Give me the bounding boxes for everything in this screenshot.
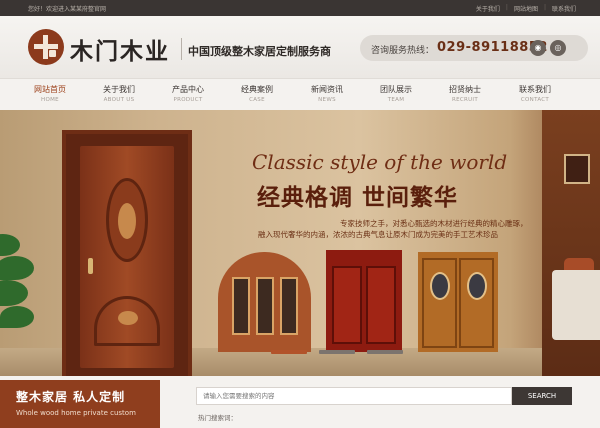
double-door-image: [218, 252, 311, 352]
nav-sublabel: TEAM: [387, 97, 405, 103]
sofa-image: [552, 270, 600, 340]
top-link-sitemap[interactable]: 网站地图: [508, 4, 544, 13]
top-link-about[interactable]: 关于我们: [470, 4, 506, 13]
plant-image: [0, 234, 46, 344]
nav-item-home[interactable]: 网站首页 HOME: [20, 84, 80, 103]
slide-indicators: [271, 350, 403, 354]
nav-label: 关于我们: [103, 85, 135, 94]
weibo-icon[interactable]: ◉: [530, 40, 546, 56]
slide-dot[interactable]: [367, 350, 403, 354]
nav-item-case[interactable]: 经典案例 CASE: [227, 84, 287, 103]
double-door-image: [418, 252, 498, 352]
promo-box: 整木家居 私人定制 Whole wood home private custom: [0, 380, 160, 428]
bottom-strip: 整木家居 私人定制 Whole wood home private custom…: [0, 376, 600, 428]
nav-item-team[interactable]: 团队展示 TEAM: [366, 84, 426, 103]
nav-sublabel: NEWS: [318, 97, 336, 103]
welcome-text: 您好！欢迎进入某某府整官网: [28, 6, 107, 13]
nav-label: 网站首页: [34, 85, 66, 94]
banner-description-line: 融入现代奢华的内涵，浓浓的古典气息让原木门成为完美的手工艺术珍品: [258, 230, 498, 239]
nav-sublabel: RECRUIT: [451, 97, 479, 103]
nav-label: 经典案例: [241, 85, 273, 94]
site-header: 木门木业 中国顶级整木家居定制服务商 咨询服务热线： 029-89118852 …: [0, 16, 600, 78]
main-door-image: [62, 130, 192, 376]
nav-item-news[interactable]: 新闻资讯 NEWS: [297, 84, 357, 103]
nav-item-product[interactable]: 产品中心 PRODUCT: [158, 84, 218, 103]
double-door-image: [326, 250, 402, 352]
main-nav: 网站首页 HOME 关于我们 ABOUT US 产品中心 PRODUCT 经典案…: [0, 78, 600, 110]
nav-sublabel: CONTACT: [520, 97, 550, 103]
search-input[interactable]: [196, 387, 512, 405]
nav-label: 新闻资讯: [311, 85, 343, 94]
promo-title: 整木家居 私人定制: [16, 390, 126, 404]
promo-subtitle: Whole wood home private custom: [16, 409, 136, 417]
nav-sublabel: PRODUCT: [173, 97, 203, 103]
top-link-contact[interactable]: 联系我们: [546, 4, 582, 13]
nav-sublabel: CASE: [249, 97, 265, 103]
nav-item-recruit[interactable]: 招贤纳士 RECRUIT: [435, 84, 495, 103]
logo-text[interactable]: 木门木业: [70, 32, 170, 66]
wall-picture-image: [564, 154, 590, 184]
top-bar: 您好！欢迎进入某某府整官网 关于我们 | 网站地图 | 联系我们: [0, 0, 600, 16]
banner-description-line: 专家技师之手，对悉心甄选的木材进行经典的精心雕琢，: [340, 219, 528, 228]
banner-tagline-zh: 经典格调 世间繁华: [257, 184, 459, 211]
nav-label: 招贤纳士: [449, 85, 481, 94]
logo-icon[interactable]: [28, 29, 64, 65]
slide-dot[interactable]: [319, 350, 355, 354]
banner-tagline-en: Classic style of the world: [252, 150, 508, 174]
wechat-icon[interactable]: ◎: [550, 40, 566, 56]
nav-sublabel: HOME: [41, 97, 59, 103]
hero-banner[interactable]: Classic style of the world 经典格调 世间繁华 专家技…: [0, 110, 600, 376]
nav-label: 团队展示: [380, 85, 412, 94]
nav-item-contact[interactable]: 联系我们 CONTACT: [505, 84, 565, 103]
top-links: 关于我们 | 网站地图 | 联系我们: [470, 4, 582, 13]
nav-item-about[interactable]: 关于我们 ABOUT US: [89, 84, 149, 103]
nav-label: 联系我们: [519, 85, 551, 94]
hotline-label: 咨询服务热线：: [371, 46, 435, 56]
nav-sublabel: ABOUT US: [103, 97, 135, 103]
slide-dot[interactable]: [271, 350, 307, 354]
logo-divider: [181, 38, 182, 60]
site-slogan: 中国顶级整木家居定制服务商: [188, 45, 331, 58]
hot-search-label: 热门搜索词：: [198, 414, 237, 422]
nav-label: 产品中心: [172, 85, 204, 94]
hotline-box: 咨询服务热线： 029-89118852 ◉ ◎: [360, 35, 588, 61]
search-button[interactable]: SEARCH: [512, 387, 572, 405]
